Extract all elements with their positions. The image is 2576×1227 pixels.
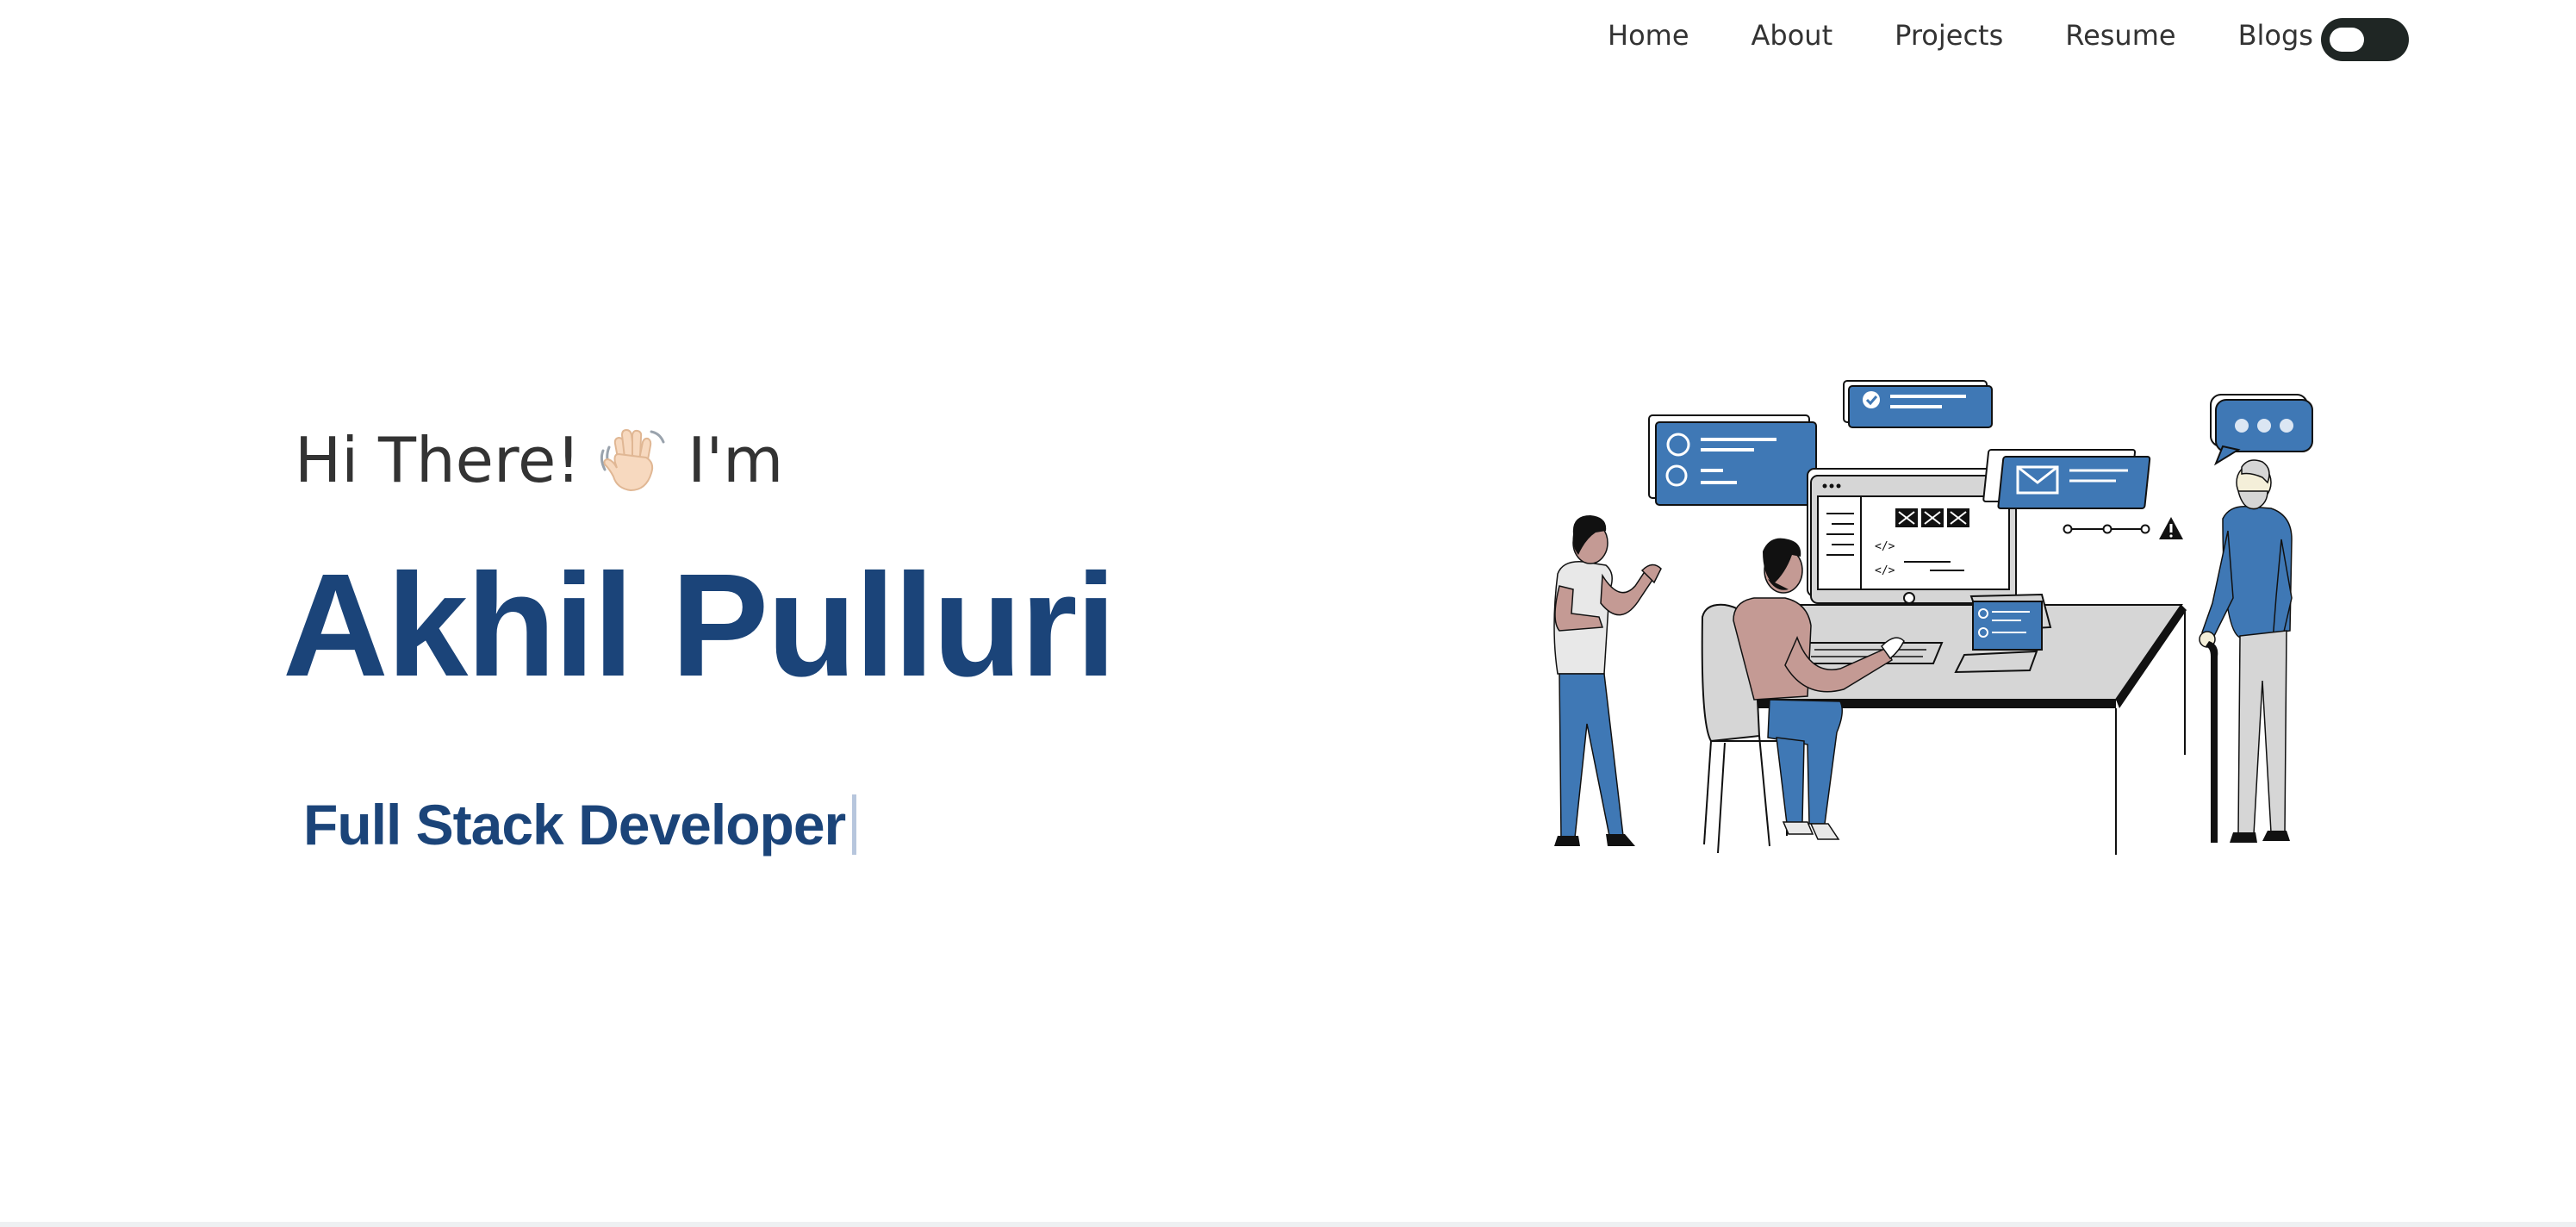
- hero-name: Akhil Pulluri: [283, 544, 1117, 707]
- nav-links: Home About Projects Resume Blogs: [1608, 19, 2313, 52]
- nav-link-blogs[interactable]: Blogs: [2238, 19, 2313, 52]
- speech-bubble-icon: [2210, 394, 2313, 466]
- standing-developer-figure: [1553, 515, 1662, 846]
- code-label-2: </>: [1875, 564, 1895, 577]
- code-label-1: </>: [1875, 540, 1895, 553]
- greeting-prefix: Hi There!: [295, 424, 582, 496]
- theme-toggle[interactable]: [2321, 18, 2409, 61]
- typed-role-text: Full Stack Developer: [303, 793, 846, 856]
- hero-greeting: Hi There! I'm: [295, 419, 783, 501]
- warning-icon: [2063, 517, 2183, 539]
- nav-link-resume[interactable]: Resume: [2065, 19, 2175, 52]
- page-bottom-divider: [0, 1222, 2576, 1227]
- developers-illustration: </> </>: [1534, 371, 2343, 870]
- waving-hand-icon: [598, 425, 669, 495]
- nav-link-home[interactable]: Home: [1608, 19, 1689, 52]
- nav-link-about[interactable]: About: [1752, 19, 1833, 52]
- mail-panel-icon: [1982, 449, 2151, 509]
- theme-toggle-knob: [2330, 28, 2364, 52]
- typed-role: Full Stack Developer: [303, 786, 857, 863]
- elder-man-figure: [2199, 459, 2293, 843]
- nav-link-projects[interactable]: Projects: [1895, 19, 2003, 52]
- greeting-suffix: I'm: [688, 424, 784, 496]
- floating-panel-left: [1648, 414, 1817, 506]
- top-navbar: Home About Projects Resume Blogs: [0, 0, 2576, 72]
- floating-panel-top: [1843, 380, 1993, 428]
- typing-caret: [852, 794, 857, 855]
